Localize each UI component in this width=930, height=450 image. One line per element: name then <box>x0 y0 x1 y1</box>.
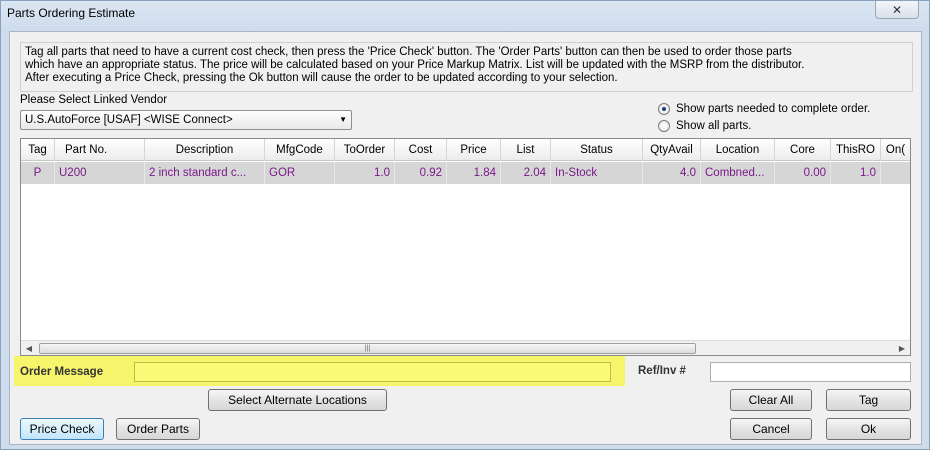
cell-qtyavail: 4.0 <box>643 162 701 184</box>
horizontal-scrollbar[interactable]: ◀ ||| ▶ <box>21 340 910 355</box>
dialog-body: Tag all parts that need to have a curren… <box>9 31 922 445</box>
instructions-line: Tag all parts that need to have a curren… <box>25 46 792 58</box>
grid-header: Tag Part No. Description MfgCode ToOrder… <box>21 139 910 161</box>
table-row[interactable]: P U200 2 inch standard c... GOR 1.0 0.92… <box>21 162 910 184</box>
close-icon: ✕ <box>891 2 903 17</box>
instructions-box: Tag all parts that need to have a curren… <box>20 42 913 92</box>
radio-show-all-label: Show all parts. <box>676 120 752 132</box>
tag-button[interactable]: Tag <box>826 389 911 411</box>
cell-core: 0.00 <box>775 162 831 184</box>
col-header-location[interactable]: Location <box>701 139 775 161</box>
col-header-tag[interactable]: Tag <box>21 139 55 161</box>
dropdown-arrow-icon: ▼ <box>339 115 347 124</box>
col-header-toorder[interactable]: ToOrder <box>335 139 395 161</box>
vendor-selected-value: U.S.AutoForce [USAF] <WISE Connect> <box>25 114 233 126</box>
cell-tag: P <box>21 162 55 184</box>
col-header-part-no[interactable]: Part No. <box>55 139 145 161</box>
scroll-right-icon[interactable]: ▶ <box>895 342 909 355</box>
parts-ordering-window: Parts Ordering Estimate ✕ Tag all parts … <box>0 0 930 450</box>
radio-show-needed-label: Show parts needed to complete order. <box>676 103 871 115</box>
col-header-core[interactable]: Core <box>775 139 831 161</box>
scroll-thumb[interactable]: ||| <box>39 343 696 354</box>
col-header-cost[interactable]: Cost <box>395 139 447 161</box>
radio-button-icon[interactable] <box>658 120 670 132</box>
cell-toorder: 1.0 <box>335 162 395 184</box>
ref-inv-input[interactable] <box>710 362 911 382</box>
order-message-label: Order Message <box>20 366 104 378</box>
col-header-on[interactable]: On( <box>881 139 910 161</box>
clear-all-button[interactable]: Clear All <box>730 389 812 411</box>
radio-show-all[interactable]: Show all parts. <box>658 119 751 133</box>
cell-price: 1.84 <box>447 162 501 184</box>
vendor-label: Please Select Linked Vendor <box>20 94 168 106</box>
select-alternate-locations-button[interactable]: Select Alternate Locations <box>208 389 387 411</box>
parts-grid[interactable]: Tag Part No. Description MfgCode ToOrder… <box>20 138 911 356</box>
cancel-button[interactable]: Cancel <box>730 418 812 440</box>
title-bar: Parts Ordering Estimate ✕ <box>1 1 929 27</box>
radio-button-selected-icon[interactable] <box>658 103 670 115</box>
close-button[interactable]: ✕ <box>875 1 919 19</box>
cell-description: 2 inch standard c... <box>145 162 265 184</box>
cell-mfgcode: GOR <box>265 162 335 184</box>
scroll-left-icon[interactable]: ◀ <box>22 342 36 355</box>
col-header-list[interactable]: List <box>501 139 551 161</box>
cell-list: 2.04 <box>501 162 551 184</box>
col-header-price[interactable]: Price <box>447 139 501 161</box>
col-header-mfgcode[interactable]: MfgCode <box>265 139 335 161</box>
col-header-qtyavail[interactable]: QtyAvail <box>643 139 701 161</box>
cell-location: Combned... <box>701 162 775 184</box>
window-title: Parts Ordering Estimate <box>7 6 136 20</box>
radio-show-needed[interactable]: Show parts needed to complete order. <box>658 102 870 116</box>
cell-cost: 0.92 <box>395 162 447 184</box>
price-check-button[interactable]: Price Check <box>20 418 104 440</box>
vendor-dropdown[interactable]: U.S.AutoForce [USAF] <WISE Connect> ▼ <box>20 110 352 130</box>
ref-inv-label: Ref/Inv # <box>638 365 686 377</box>
cell-on <box>881 162 910 184</box>
cell-thisro: 1.0 <box>831 162 881 184</box>
order-message-input[interactable] <box>134 362 611 382</box>
cell-part-no: U200 <box>55 162 145 184</box>
instructions-line: which have an appropriate status. The pr… <box>25 59 805 71</box>
col-header-description[interactable]: Description <box>145 139 265 161</box>
col-header-status[interactable]: Status <box>551 139 643 161</box>
order-parts-button[interactable]: Order Parts <box>116 418 200 440</box>
cell-status: In-Stock <box>551 162 643 184</box>
ok-button[interactable]: Ok <box>826 418 911 440</box>
instructions-line: After executing a Price Check, pressing … <box>25 72 618 84</box>
col-header-thisro[interactable]: ThisRO <box>831 139 881 161</box>
